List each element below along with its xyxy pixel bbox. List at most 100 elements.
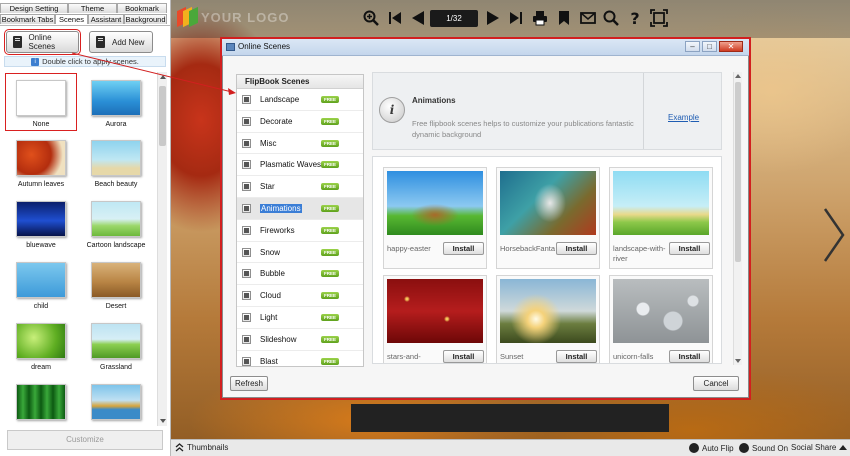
scene-card[interactable]: HorsebackFanta Install <box>496 167 600 269</box>
refresh-button[interactable]: Refresh <box>230 376 268 391</box>
category-checkbox[interactable] <box>242 160 251 170</box>
social-share-button[interactable]: Social Share <box>791 443 848 452</box>
dialog-scrollbar[interactable] <box>733 72 742 365</box>
fullscreen-icon[interactable] <box>650 9 668 27</box>
scene-card[interactable]: unicorn-falls Install <box>609 275 713 363</box>
scene-thumb-child[interactable]: child <box>6 256 76 310</box>
scene-thumb-desert[interactable]: Desert <box>81 256 151 310</box>
play-icon <box>689 443 699 453</box>
email-icon[interactable] <box>579 9 597 27</box>
category-item[interactable]: Plasmatic Waves FREE <box>237 154 363 177</box>
tab-design-setting[interactable]: Design Setting <box>0 3 68 13</box>
last-page-icon[interactable] <box>507 9 525 27</box>
print-icon[interactable] <box>531 9 549 27</box>
minimize-button[interactable]: – <box>685 41 700 52</box>
scene-thumb-label: Cartoon landscape <box>86 242 146 249</box>
category-checkbox[interactable] <box>242 95 251 104</box>
category-checkbox[interactable] <box>242 334 251 344</box>
tab-bookmark[interactable]: Bookmark <box>117 3 167 13</box>
install-button[interactable]: Install <box>443 350 484 363</box>
bookmark-icon[interactable] <box>555 9 573 27</box>
category-checkbox[interactable] <box>242 116 251 126</box>
category-checkbox[interactable] <box>242 247 251 257</box>
thumbnails-toggle[interactable]: Thumbnails <box>175 443 228 452</box>
first-page-icon[interactable] <box>386 9 404 27</box>
category-label: Landscape <box>260 95 300 104</box>
category-item[interactable]: Cloud FREE <box>237 285 363 307</box>
example-link[interactable]: Example <box>668 113 699 122</box>
free-badge: FREE <box>321 117 339 125</box>
category-checkbox[interactable] <box>242 225 251 235</box>
tab-bookmark-tabs[interactable]: Bookmark Tabs <box>0 14 55 24</box>
category-label: Light <box>260 312 278 322</box>
scene-thumb-bluewave[interactable]: bluewave <box>6 195 76 249</box>
scene-thumb-green-stripes[interactable] <box>6 378 76 425</box>
category-checkbox[interactable] <box>242 269 251 279</box>
category-checkbox[interactable] <box>242 182 251 192</box>
prev-page-icon[interactable] <box>409 9 427 27</box>
category-item[interactable]: Star FREE <box>237 176 363 198</box>
install-button[interactable]: Install <box>556 242 597 255</box>
cancel-button[interactable]: Cancel <box>693 376 739 391</box>
category-item[interactable]: Light FREE <box>237 307 363 329</box>
scroll-up-icon[interactable] <box>160 75 166 79</box>
page-indicator[interactable]: 1/32 <box>430 10 478 27</box>
scene-card[interactable]: Sunset Install <box>496 275 600 363</box>
category-checkbox[interactable] <box>242 138 251 148</box>
scene-card[interactable]: stars-and- Install <box>383 275 487 363</box>
category-item[interactable]: Snow FREE <box>237 242 363 264</box>
dialog-title-bar[interactable]: Online Scenes – □ ✕ <box>222 39 749 56</box>
install-button[interactable]: Install <box>669 242 710 255</box>
category-checkbox[interactable] <box>242 291 251 301</box>
close-button[interactable]: ✕ <box>719 41 743 52</box>
sound-toggle[interactable]: Sound On <box>739 443 788 453</box>
category-checkbox[interactable] <box>242 203 251 213</box>
scrollbar-thumb[interactable] <box>735 82 741 262</box>
customize-button[interactable]: Customize <box>7 430 163 450</box>
category-checkbox[interactable] <box>242 312 251 322</box>
category-item[interactable]: Bubble FREE <box>237 263 363 286</box>
scroll-down-icon[interactable] <box>735 359 741 363</box>
scene-thumb-grassland[interactable]: Grassland <box>81 317 151 371</box>
scene-thumb-image <box>91 80 141 116</box>
info-icon: i <box>31 58 40 67</box>
help-icon[interactable]: ? <box>626 9 644 27</box>
scene-thumb-cartoon-landscape[interactable]: Cartoon landscape <box>81 195 151 249</box>
category-checkbox[interactable] <box>242 356 251 366</box>
next-page-arrow-icon[interactable] <box>821 205 847 265</box>
maximize-button[interactable]: □ <box>702 41 717 52</box>
category-item[interactable]: Animations FREE <box>237 197 363 220</box>
category-item[interactable]: Slideshow FREE <box>237 329 363 351</box>
tab-assistant[interactable]: Assistant <box>88 14 124 24</box>
scrollbar-thumb[interactable] <box>159 86 166 146</box>
next-page-icon[interactable] <box>484 9 502 27</box>
auto-flip-toggle[interactable]: Auto Flip <box>689 443 734 453</box>
scene-card[interactable]: landscape-with-river Install <box>609 167 713 269</box>
thumbnail-scrollbar[interactable] <box>157 72 167 426</box>
scene-thumb-aurora[interactable]: Aurora <box>81 74 151 128</box>
scene-thumb-beach-beauty[interactable]: Beach beauty <box>81 134 151 188</box>
add-new-button[interactable]: Add New <box>89 31 153 53</box>
install-button[interactable]: Install <box>669 350 710 363</box>
install-button[interactable]: Install <box>556 350 597 363</box>
category-item[interactable]: Landscape FREE <box>237 89 363 111</box>
category-item[interactable]: Decorate FREE <box>237 111 363 133</box>
search-icon[interactable] <box>602 9 620 27</box>
tab-background[interactable]: Background <box>124 14 167 24</box>
tab-scenes[interactable]: Scenes <box>55 14 88 24</box>
install-button[interactable]: Install <box>443 242 484 255</box>
scene-card[interactable]: happy-easter Install <box>383 167 487 269</box>
category-item[interactable]: Blast FREE <box>237 351 363 366</box>
scene-thumb-autumn-leaves[interactable]: Autumn leaves <box>6 134 76 188</box>
tab-theme[interactable]: Theme <box>68 3 117 13</box>
scene-thumb-image <box>16 384 66 420</box>
scene-thumb-island[interactable] <box>81 378 151 425</box>
scroll-down-icon[interactable] <box>160 419 166 423</box>
online-scenes-button[interactable]: Online Scenes <box>4 29 81 55</box>
scene-thumb-dream[interactable]: dream <box>6 317 76 371</box>
scene-thumb-none[interactable]: None <box>5 73 77 131</box>
category-item[interactable]: Fireworks FREE <box>237 220 363 242</box>
scroll-up-icon[interactable] <box>735 74 741 78</box>
zoom-in-icon[interactable] <box>362 9 380 27</box>
category-item[interactable]: Misc FREE <box>237 133 363 155</box>
